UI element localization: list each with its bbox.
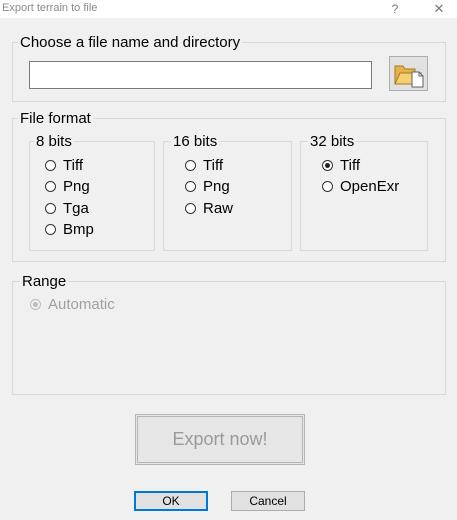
browse-button[interactable] bbox=[389, 56, 428, 91]
close-button[interactable]: ✕ bbox=[428, 0, 450, 18]
radio-label: Automatic bbox=[48, 296, 115, 313]
radio-label: Png bbox=[63, 178, 90, 195]
radio-button[interactable] bbox=[45, 160, 56, 171]
radio-label: Raw bbox=[203, 200, 234, 217]
radio-label: Tiff bbox=[63, 157, 84, 174]
radio-label: Tiff bbox=[340, 157, 361, 174]
radio-label: Tga bbox=[63, 200, 89, 217]
ok-button[interactable]: OK bbox=[134, 491, 208, 511]
range-group-legend: Range bbox=[20, 273, 69, 290]
format-8bit-legend: 8 bits bbox=[34, 133, 74, 150]
radio-button[interactable] bbox=[322, 160, 333, 171]
radio-label: Png bbox=[203, 178, 230, 195]
radio-label: Tiff bbox=[203, 157, 224, 174]
radio-button[interactable] bbox=[45, 224, 56, 235]
radio-button[interactable] bbox=[45, 203, 56, 214]
format-16bit-legend: 16 bits bbox=[171, 133, 220, 150]
file-format-group-legend: File format bbox=[18, 110, 93, 127]
export-now-button[interactable]: Export now! bbox=[135, 414, 305, 465]
format-32bit-legend: 32 bits bbox=[308, 133, 357, 150]
file-name-group-legend: Choose a file name and directory bbox=[18, 34, 243, 51]
help-button[interactable]: ? bbox=[386, 0, 404, 18]
window-title: Export terrain to file bbox=[2, 2, 98, 14]
radio-button[interactable] bbox=[30, 299, 41, 310]
radio-button[interactable] bbox=[185, 160, 196, 171]
radio-button[interactable] bbox=[45, 181, 56, 192]
radio-button[interactable] bbox=[185, 181, 196, 192]
radio-button[interactable] bbox=[185, 203, 196, 214]
radio-label: OpenExr bbox=[340, 178, 400, 195]
radio-button[interactable] bbox=[322, 181, 333, 192]
radio-label: Bmp bbox=[63, 221, 94, 238]
cancel-button[interactable]: Cancel bbox=[231, 491, 305, 511]
title-bar: Export terrain to file ? ✕ bbox=[0, 0, 457, 18]
file-path-input[interactable] bbox=[29, 61, 372, 89]
